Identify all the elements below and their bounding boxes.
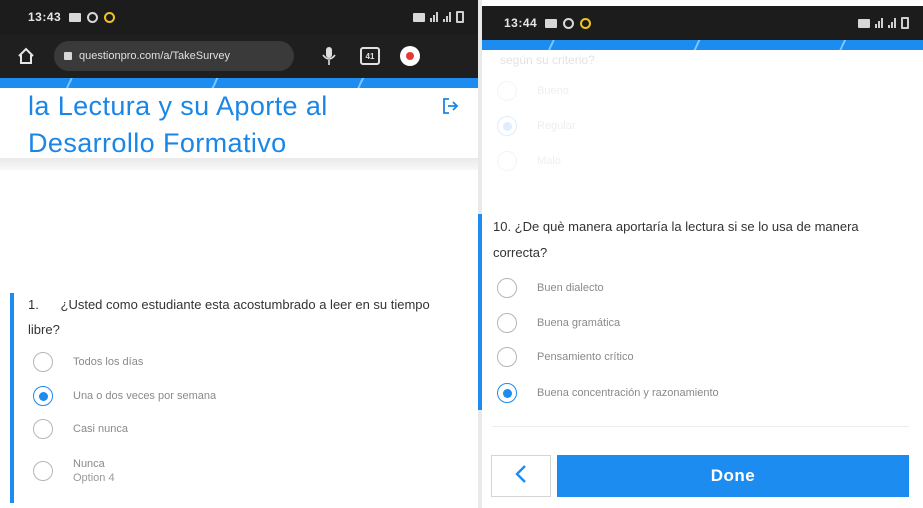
url-text: questionpro.com/a/TakeSurvey: [79, 50, 231, 62]
tab-switcher-button[interactable]: 41: [360, 47, 380, 65]
survey-title: la Lectura y su Aporte al Desarrollo For…: [28, 91, 328, 158]
previous-question-fragment: según su criterio?: [500, 53, 595, 67]
option-label: Buena concentración y razonamiento: [537, 387, 719, 399]
option-label: Pensamiento crítico: [537, 351, 634, 363]
option-label: Malo: [537, 155, 561, 167]
alarm-icon: [413, 12, 425, 22]
wifi-signal-icon: [875, 18, 883, 28]
left-phone-screenshot: 13:43 questionpro.com/a/TakeSurvey 41 la…: [0, 0, 478, 508]
message-icon: [545, 18, 558, 28]
status-time: 13:44: [504, 16, 538, 30]
whatsapp-icon: [87, 11, 99, 23]
radio-button[interactable]: [497, 81, 517, 101]
radio-button[interactable]: [497, 151, 517, 171]
browser-menu-icon[interactable]: [400, 46, 420, 66]
microphone-icon[interactable]: [320, 45, 338, 67]
chevron-left-icon: [514, 464, 528, 489]
previous-option-regular[interactable]: Regular: [497, 115, 576, 137]
header-shadow: [0, 158, 478, 170]
status-bar: 13:43: [0, 0, 478, 34]
alarm-icon: [858, 18, 870, 28]
option-pensamiento-critico[interactable]: Pensamiento crítico: [497, 346, 634, 368]
radio-button[interactable]: [497, 313, 517, 333]
radio-button[interactable]: [497, 278, 517, 298]
radio-button-selected[interactable]: [33, 386, 53, 406]
option-buena-gramatica[interactable]: Buena gramática: [497, 312, 620, 334]
notification-icon: [580, 17, 592, 29]
question-accent-bar: [10, 293, 14, 503]
cell-signal-icon: [888, 18, 896, 28]
radio-button-selected[interactable]: [497, 383, 517, 403]
option-nunca[interactable]: Nunca Option 4: [33, 455, 115, 487]
option-label: Bueno: [537, 85, 569, 97]
option-label: Casi nunca: [73, 423, 129, 435]
done-button[interactable]: Done: [557, 455, 909, 497]
exit-icon[interactable]: [440, 96, 460, 116]
notification-icon: [104, 11, 116, 23]
radio-button[interactable]: [33, 419, 53, 439]
wifi-signal-icon: [430, 12, 438, 22]
status-bar: 13:44: [482, 0, 923, 40]
whatsapp-icon: [563, 17, 575, 29]
option-label: Una o dos veces por semana: [73, 390, 217, 402]
option-todos-los-dias[interactable]: Todos los días: [33, 351, 143, 373]
question-accent-bar: [478, 214, 482, 410]
radio-button-selected[interactable]: [497, 116, 517, 136]
back-button[interactable]: [491, 455, 551, 497]
message-icon: [69, 12, 82, 22]
option-buena-concentracion[interactable]: Buena concentración y razonamiento: [497, 382, 719, 404]
survey-header-stripe: [0, 78, 478, 88]
battery-icon: [901, 17, 909, 29]
question-label: ¿Usted como estudiante esta acostumbrado…: [28, 297, 430, 337]
radio-button[interactable]: [33, 352, 53, 372]
option-label: Buena gramática: [537, 317, 621, 329]
previous-option-bueno[interactable]: Bueno: [497, 80, 569, 102]
status-time: 13:43: [28, 10, 62, 24]
home-icon[interactable]: [14, 44, 38, 68]
radio-button[interactable]: [33, 461, 53, 481]
address-bar[interactable]: questionpro.com/a/TakeSurvey: [54, 41, 294, 71]
option-label: Todos los días: [73, 356, 144, 368]
lock-icon: [64, 52, 72, 60]
footer-divider: [492, 426, 909, 427]
cell-signal-icon: [443, 12, 451, 22]
question-number: 1.: [28, 297, 39, 312]
option-buen-dialecto[interactable]: Buen dialecto: [497, 277, 604, 299]
radio-button[interactable]: [497, 347, 517, 367]
previous-option-malo[interactable]: Malo: [497, 150, 561, 172]
option-label: Buen dialecto: [537, 282, 604, 294]
question-1-text: 1. ¿Usted como estudiante esta acostumbr…: [28, 292, 458, 342]
option-casi-nunca[interactable]: Casi nunca: [33, 418, 128, 440]
option-label-group: Nunca Option 4: [73, 457, 115, 485]
option-una-o-dos-veces[interactable]: Una o dos veces por semana: [33, 385, 216, 407]
option-label: Regular: [537, 120, 576, 132]
browser-toolbar: questionpro.com/a/TakeSurvey 41: [0, 34, 478, 78]
option-label: Nunca: [73, 458, 105, 470]
question-10-text: 10. ¿De què manera aportaría la lectura …: [493, 219, 859, 260]
battery-icon: [456, 11, 464, 23]
option-sub-label: Option 4: [73, 472, 115, 484]
